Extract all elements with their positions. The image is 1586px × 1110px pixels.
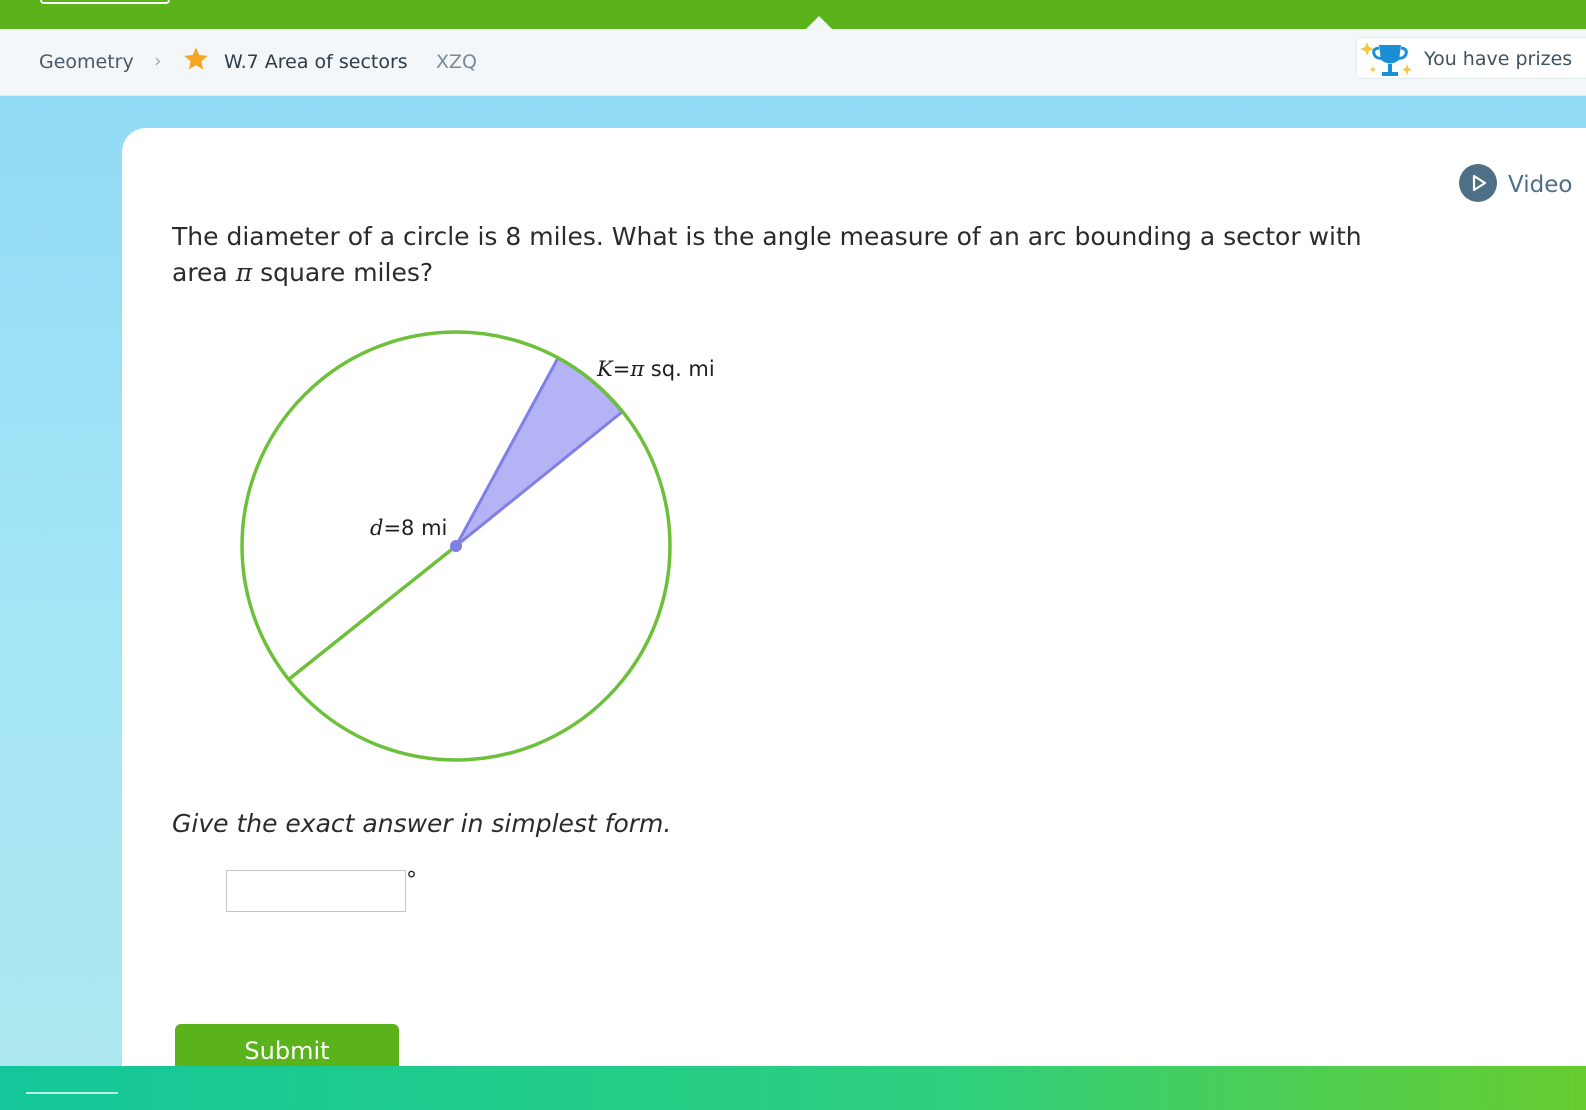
bottom-bar-edge <box>26 1092 118 1098</box>
question-text-post: square miles? <box>252 258 434 287</box>
logo-edge <box>40 0 170 4</box>
chevron-right-icon: › <box>154 50 162 72</box>
diameter-value: =8 mi <box>383 516 447 540</box>
sector-area-pi: π <box>629 357 645 381</box>
prizes-button[interactable]: You have prizes <box>1356 37 1586 79</box>
degree-sign: ° <box>406 868 417 893</box>
video-link[interactable]: Video <box>1508 172 1572 198</box>
pi-symbol: π <box>235 258 253 287</box>
breadcrumb-subject-link[interactable]: Geometry <box>39 51 134 73</box>
diameter-label: d=8 mi <box>370 516 447 540</box>
sector-area-equals: = <box>613 357 631 381</box>
diameter-variable: d <box>370 516 383 540</box>
sector-area-variable: K <box>596 357 614 381</box>
instruction-text: Give the exact answer in simplest form. <box>172 809 672 838</box>
star-icon <box>182 45 210 78</box>
skill-code: XZQ <box>436 51 477 73</box>
sector-area-unit: sq. mi <box>644 357 715 381</box>
center-point <box>450 540 462 552</box>
trophy-icon <box>1359 40 1419 84</box>
breadcrumb: Geometry › W.7 Area of sectors XZQ You h… <box>0 29 1586 96</box>
top-nav-bar <box>0 0 1586 29</box>
bottom-bar <box>0 1066 1586 1110</box>
prizes-label: You have prizes <box>1424 48 1573 70</box>
radius-line <box>286 544 458 682</box>
nav-indicator-notch <box>806 16 832 29</box>
play-icon[interactable] <box>1458 163 1498 207</box>
circle-sector-diagram: K=π sq. mi d=8 mi <box>240 330 715 762</box>
answer-input[interactable] <box>226 870 406 912</box>
sector-area-label: K=π sq. mi <box>596 357 715 381</box>
breadcrumb-skill-title: W.7 Area of sectors <box>224 51 408 73</box>
question-text: The diameter of a circle is 8 miles. Wha… <box>172 219 1412 291</box>
